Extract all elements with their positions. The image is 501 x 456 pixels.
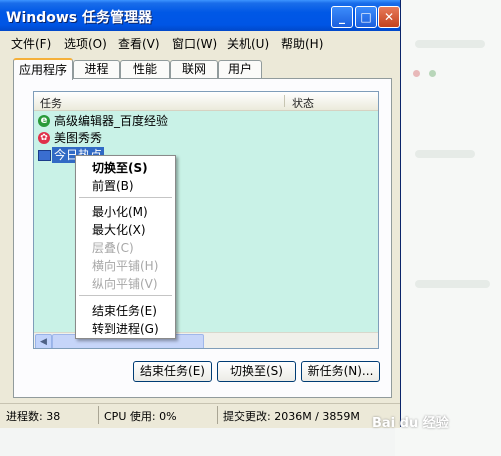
menu-separator bbox=[79, 197, 172, 198]
ctx-end-task[interactable]: 结束任务(E) bbox=[92, 302, 157, 319]
ctx-go-to-process[interactable]: 转到进程(G) bbox=[92, 320, 159, 337]
meitu-icon: ✿ bbox=[38, 132, 50, 144]
switch-to-button[interactable]: 切换至(S) bbox=[217, 361, 296, 382]
close-button[interactable]: ✕ bbox=[378, 6, 400, 28]
ctx-cascade: 层叠(C) bbox=[92, 241, 134, 255]
menu-separator bbox=[79, 295, 172, 296]
window-icon bbox=[38, 150, 51, 161]
background-bar bbox=[415, 40, 485, 48]
scroll-left-icon[interactable]: ◀ bbox=[35, 334, 52, 348]
menu-options[interactable]: 选项(O) bbox=[64, 35, 107, 52]
background-window bbox=[395, 0, 501, 456]
menu-view[interactable]: 查看(V) bbox=[118, 35, 160, 52]
title-bar[interactable]: Windows 任务管理器 _ □ ✕ bbox=[0, 0, 400, 31]
ctx-tile-vertical: 纵向平铺(V) bbox=[92, 277, 158, 291]
maximize-button[interactable]: □ bbox=[355, 6, 377, 28]
menu-window[interactable]: 窗口(W) bbox=[172, 35, 217, 52]
menu-bar: 文件(F) 选项(O) 查看(V) 窗口(W) 关机(U) 帮助(H) bbox=[0, 32, 400, 52]
list-item-label: 高级编辑器_百度经验 bbox=[54, 114, 169, 128]
ctx-minimize[interactable]: 最小化(M) bbox=[92, 203, 148, 220]
tab-processes[interactable]: 进程 bbox=[73, 60, 120, 78]
menu-file[interactable]: 文件(F) bbox=[11, 35, 51, 52]
column-status[interactable]: 状态 bbox=[292, 95, 314, 111]
ctx-tile-horizontal: 横向平铺(H) bbox=[92, 259, 159, 273]
ie-icon: e bbox=[38, 115, 50, 127]
background-dot bbox=[429, 70, 436, 77]
cpu-usage: CPU 使用: 0% bbox=[104, 410, 177, 423]
background-dot bbox=[413, 70, 420, 77]
process-count: 进程数: 38 bbox=[6, 410, 61, 423]
ctx-bring-to-front[interactable]: 前置(B) bbox=[92, 177, 134, 194]
tab-applications[interactable]: 应用程序 bbox=[13, 58, 73, 80]
tab-networking[interactable]: 联网 bbox=[170, 60, 218, 78]
context-menu: 切换至(S) 前置(B) 最小化(M) 最大化(X) 层叠(C) 横向平铺(H)… bbox=[75, 155, 176, 339]
column-task[interactable]: 任务 bbox=[40, 95, 62, 111]
tab-performance[interactable]: 性能 bbox=[120, 60, 170, 78]
ctx-maximize[interactable]: 最大化(X) bbox=[92, 221, 146, 238]
status-separator bbox=[98, 406, 99, 424]
background-bar bbox=[415, 150, 475, 158]
ctx-switch-to[interactable]: 切换至(S) bbox=[92, 159, 148, 176]
background-bar bbox=[415, 280, 490, 288]
watermark: Bai du 经验 bbox=[372, 416, 449, 431]
applications-panel: 任务 状态 e 高级编辑器_百度经验 ✿ 美图秀秀 今日热点 ◀ 结束任务(E) bbox=[13, 78, 392, 398]
window-title: Windows 任务管理器 bbox=[6, 10, 152, 26]
status-bar: 进程数: 38 CPU 使用: 0% 提交更改: 2036M / 3859M bbox=[0, 403, 400, 428]
column-separator bbox=[284, 95, 285, 107]
task-manager-window: Windows 任务管理器 _ □ ✕ 文件(F) 选项(O) 查看(V) 窗口… bbox=[0, 0, 401, 428]
end-task-button[interactable]: 结束任务(E) bbox=[133, 361, 212, 382]
menu-shutdown[interactable]: 关机(U) bbox=[227, 35, 269, 52]
menu-help[interactable]: 帮助(H) bbox=[281, 35, 323, 52]
new-task-button[interactable]: 新任务(N)... bbox=[301, 361, 380, 382]
list-item-label: 美图秀秀 bbox=[54, 131, 103, 145]
list-header: 任务 状态 bbox=[34, 92, 378, 111]
tab-users[interactable]: 用户 bbox=[218, 60, 262, 78]
minimize-button[interactable]: _ bbox=[331, 6, 353, 28]
status-separator bbox=[217, 406, 218, 424]
commit-charge: 提交更改: 2036M / 3859M bbox=[223, 410, 360, 423]
